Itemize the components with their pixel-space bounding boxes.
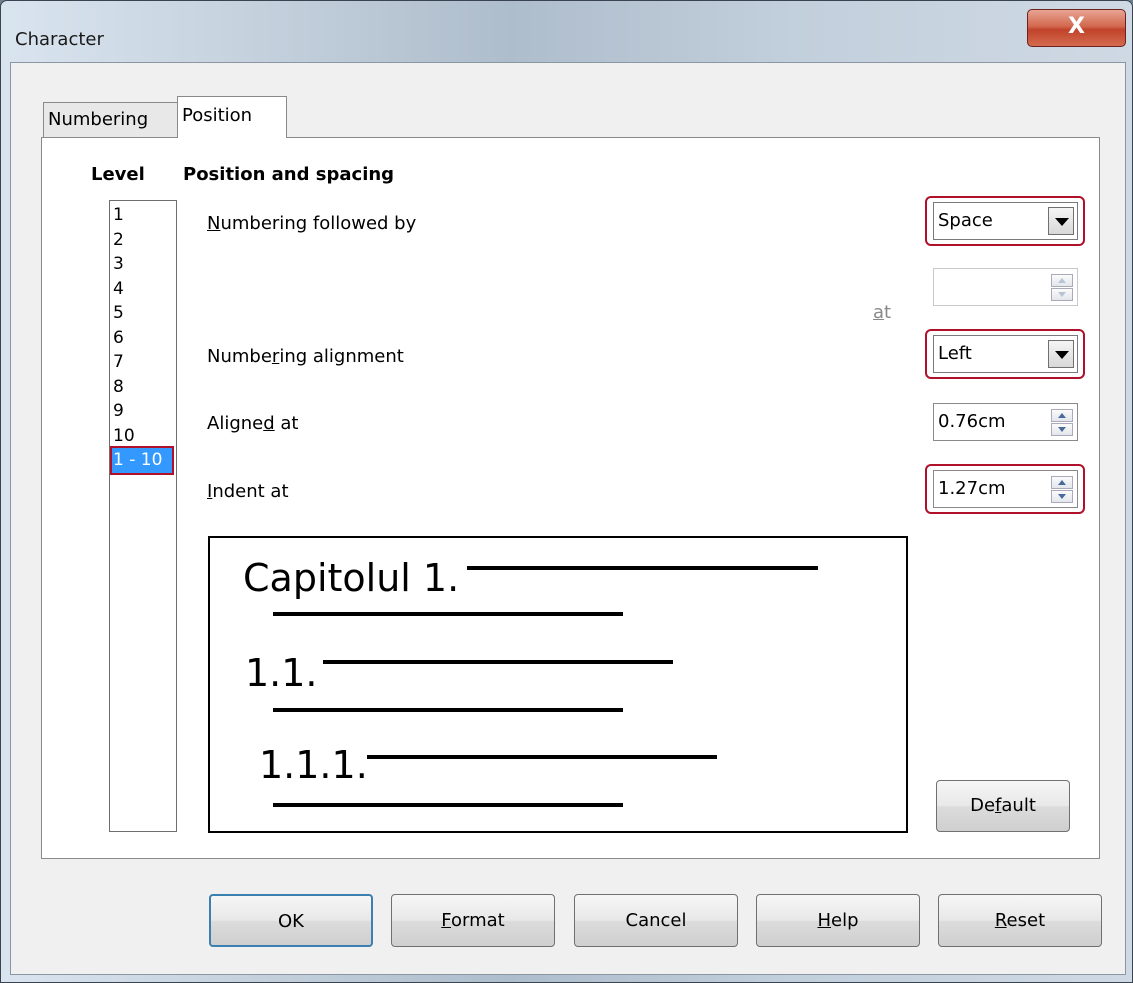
label-accel: a bbox=[873, 302, 885, 323]
button-text: elp bbox=[831, 910, 859, 931]
preview-rule bbox=[323, 660, 673, 664]
preview-line-3: 1.1.1. bbox=[259, 743, 368, 787]
aligned-at-label: Aligned at bbox=[207, 413, 298, 434]
button-accel: R bbox=[994, 910, 1007, 931]
indent-at-spinbox[interactable]: 1.27cm bbox=[933, 470, 1078, 508]
format-button[interactable]: Format bbox=[391, 894, 555, 947]
close-icon: X bbox=[1068, 14, 1085, 39]
preview-rule bbox=[367, 755, 717, 759]
spin-up-icon[interactable] bbox=[1051, 476, 1073, 489]
button-text: OK bbox=[278, 911, 304, 932]
aligned-at-spinbox[interactable]: 0.76cm bbox=[933, 403, 1078, 441]
level-item-4[interactable]: 4 bbox=[112, 277, 176, 302]
spin-down-icon[interactable] bbox=[1051, 423, 1073, 436]
indent-at-label: Indent at bbox=[207, 481, 289, 502]
button-text: ormat bbox=[451, 910, 505, 931]
level-item-8[interactable]: 8 bbox=[112, 375, 176, 400]
label-accel: d bbox=[263, 413, 275, 434]
spin-down-icon[interactable] bbox=[1051, 490, 1073, 503]
button-text: eset bbox=[1006, 910, 1046, 931]
level-item-10[interactable]: 10 bbox=[112, 424, 176, 449]
button-accel: F bbox=[441, 910, 451, 931]
numbering-alignment-select[interactable]: Left bbox=[933, 335, 1078, 373]
dialog-body: Numbering Position Level Position and sp… bbox=[10, 62, 1126, 975]
spin-value: 0.76cm bbox=[938, 411, 1006, 432]
chevron-down-icon[interactable] bbox=[1048, 340, 1074, 368]
button-accel: H bbox=[817, 910, 832, 931]
label-text: t bbox=[884, 302, 892, 323]
at-label: at bbox=[873, 302, 891, 323]
level-item-3[interactable]: 3 bbox=[112, 252, 176, 277]
position-spacing-heading: Position and spacing bbox=[183, 164, 395, 185]
label-text: umbering followed by bbox=[220, 213, 417, 234]
preview-rule bbox=[273, 612, 623, 616]
default-button[interactable]: Default bbox=[936, 780, 1070, 832]
level-item-1[interactable]: 1 bbox=[112, 203, 176, 228]
label-text: ndent at bbox=[212, 481, 289, 502]
numbering-preview: Capitolul 1. 1.1. 1.1.1. bbox=[208, 536, 908, 833]
label-text: at bbox=[274, 413, 299, 434]
at-spinbox bbox=[933, 268, 1078, 306]
label-text: Aligne bbox=[207, 413, 264, 434]
level-item-9[interactable]: 9 bbox=[112, 399, 176, 424]
level-item-5[interactable]: 5 bbox=[112, 301, 176, 326]
numbering-followed-by-select[interactable]: Space bbox=[933, 202, 1078, 240]
tab-numbering[interactable]: Numbering bbox=[43, 102, 178, 138]
label-accel: N bbox=[207, 213, 221, 234]
label-text: Numbe bbox=[207, 346, 272, 367]
level-item-6[interactable]: 6 bbox=[112, 326, 176, 351]
level-item-2[interactable]: 2 bbox=[112, 228, 176, 253]
button-text: De bbox=[970, 795, 996, 816]
character-dialog: Character X Numbering Position Level Pos… bbox=[0, 0, 1133, 983]
reset-button[interactable]: Reset bbox=[938, 894, 1102, 947]
spin-up-icon[interactable] bbox=[1051, 409, 1073, 422]
spin-down-icon bbox=[1051, 288, 1073, 301]
level-list[interactable]: 1 2 3 4 5 6 7 8 9 10 1 - 10 bbox=[109, 200, 177, 832]
label-text: ing alignment bbox=[279, 346, 404, 367]
cancel-button[interactable]: Cancel bbox=[574, 894, 738, 947]
chevron-down-icon[interactable] bbox=[1048, 207, 1074, 235]
spin-up-icon bbox=[1051, 274, 1073, 287]
close-button[interactable]: X bbox=[1027, 9, 1126, 47]
preview-rule bbox=[273, 803, 623, 807]
level-item-7[interactable]: 7 bbox=[112, 350, 176, 375]
window-title: Character bbox=[15, 29, 104, 50]
preview-rule bbox=[273, 708, 623, 712]
numbering-alignment-label: Numbering alignment bbox=[207, 346, 404, 367]
tab-position[interactable]: Position bbox=[177, 96, 287, 138]
numbering-followed-by-label: Numbering followed by bbox=[207, 213, 416, 234]
preview-line-2: 1.1. bbox=[245, 651, 318, 695]
select-value: Left bbox=[938, 343, 972, 364]
preview-rule bbox=[467, 566, 818, 570]
spin-value: 1.27cm bbox=[938, 478, 1006, 499]
preview-line-1: Capitolul 1. bbox=[243, 556, 460, 600]
button-text: Cancel bbox=[625, 910, 687, 931]
help-button[interactable]: Help bbox=[756, 894, 920, 947]
button-text: ault bbox=[1001, 795, 1036, 816]
level-item-all[interactable]: 1 - 10 bbox=[110, 446, 174, 475]
select-value: Space bbox=[938, 210, 993, 231]
level-heading: Level bbox=[91, 164, 145, 185]
ok-button[interactable]: OK bbox=[209, 894, 373, 947]
